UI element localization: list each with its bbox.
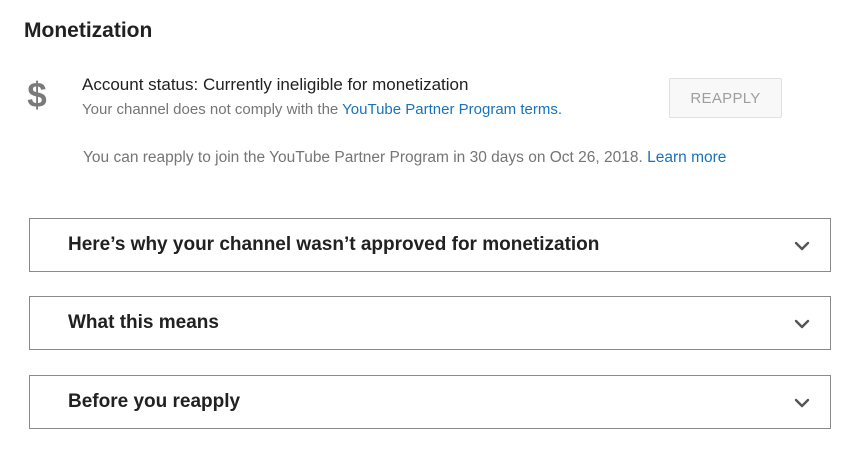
section-title: Monetization	[24, 19, 153, 42]
reapply-note: You can reapply to join the YouTube Part…	[83, 149, 726, 167]
accordion-title: Here’s why your channel wasn’t approved …	[68, 234, 600, 255]
account-status-description: Your channel does not comply with the Yo…	[82, 101, 562, 118]
accordion-what-this-means[interactable]: What this means	[29, 296, 831, 350]
accordion-title: What this means	[68, 312, 219, 333]
accordion-why-not-approved[interactable]: Here’s why your channel wasn’t approved …	[29, 218, 831, 272]
chevron-down-icon	[794, 398, 810, 408]
dollar-sign-icon: $	[27, 75, 47, 115]
status-description-text: Your channel does not comply with the	[82, 101, 343, 118]
account-status-title: Account status: Currently ineligible for…	[82, 75, 469, 94]
chevron-down-icon	[794, 241, 810, 251]
reapply-button[interactable]: REAPPLY	[669, 78, 782, 118]
reapply-note-text: You can reapply to join the YouTube Part…	[83, 149, 643, 166]
learn-more-link[interactable]: Learn more	[647, 149, 726, 166]
accordion-before-you-reapply[interactable]: Before you reapply	[29, 375, 831, 429]
partner-program-terms-link[interactable]: YouTube Partner Program terms.	[342, 101, 562, 118]
chevron-down-icon	[794, 319, 810, 329]
monetization-page: Monetization $ Account status: Currently…	[0, 0, 855, 465]
accordion-title: Before you reapply	[68, 391, 241, 412]
